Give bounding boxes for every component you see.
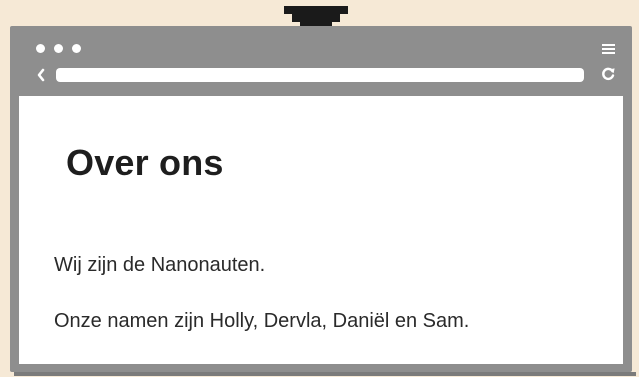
window-dot-maximize[interactable] [72,44,81,53]
window-dot-close[interactable] [36,44,45,53]
stage: Over ons Wij zijn de Nanonauten. Onze na… [0,0,639,377]
browser-toolbar [10,26,632,96]
browser-window: Over ons Wij zijn de Nanonauten. Onze na… [10,26,636,376]
intro-paragraph: Wij zijn de Nanonauten. [54,254,266,276]
reload-icon[interactable] [601,66,615,82]
window-dot-minimize[interactable] [54,44,63,53]
address-bar[interactable] [56,68,584,82]
window-controls [36,44,81,53]
names-paragraph: Onze namen zijn Holly, Dervla, Daniël en… [54,310,470,332]
chevron-left-icon[interactable] [36,68,46,82]
page-title: Over ons [66,142,224,183]
page-content: Over ons Wij zijn de Nanonauten. Onze na… [19,96,623,364]
hamburger-menu-icon[interactable] [602,44,615,54]
